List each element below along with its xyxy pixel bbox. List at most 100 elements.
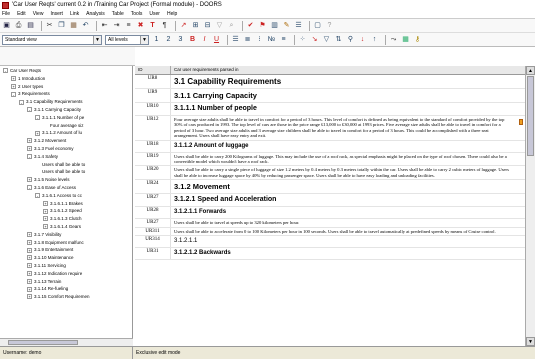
table-row[interactable]: UR28 3.1.2.1.1 Forwards: [135, 207, 525, 220]
menu-item-insert[interactable]: Insert: [50, 11, 63, 17]
align-icon[interactable]: ≡: [279, 35, 288, 44]
explorer-horizontal-scrollbar[interactable]: [0, 338, 133, 346]
format-icon[interactable]: ¶: [160, 21, 169, 30]
table-row[interactable]: UR27 Users shall be able to travel at spe…: [135, 219, 525, 228]
expand-icon[interactable]: +: [11, 83, 16, 89]
tree-item[interactable]: Users shall be able to: [0, 168, 132, 176]
row-text[interactable]: Users shall be able to travel at speeds …: [171, 219, 525, 226]
table-row[interactable]: UR27 3.1.2.1 Speed and Acceleration: [135, 194, 525, 208]
scroll-thumb[interactable]: [8, 340, 78, 345]
bold-icon[interactable]: B: [188, 35, 197, 44]
row-text[interactable]: 3.1.2.1 Speed and Acceleration: [171, 194, 525, 206]
collapse-icon[interactable]: -: [11, 91, 16, 97]
menu-item-tools[interactable]: Tools: [131, 11, 143, 17]
expand-icon[interactable]: +: [43, 208, 48, 214]
table-row[interactable]: UR311 Users shall be able to accelerate f…: [135, 227, 525, 237]
tree-item[interactable]: +3.1.2 Movement: [0, 137, 132, 145]
chevron-down-icon[interactable]: ▼: [93, 35, 101, 44]
tree-item[interactable]: +3.1.5 Noise levels: [0, 176, 132, 184]
users-icon[interactable]: ☰: [294, 21, 303, 30]
table-row[interactable]: UR24 3.1.2 Movement: [135, 180, 525, 195]
level2-icon[interactable]: 2: [164, 35, 173, 44]
table-row[interactable]: UR8 3.1 Capability Requirements: [135, 75, 525, 89]
tree-item[interactable]: +1 Introduction: [0, 75, 132, 83]
explorer-tree[interactable]: - Car User Reqts +1 Introduction +2 User ty…: [0, 66, 133, 338]
scroll-thumb[interactable]: [527, 76, 534, 156]
font-icon[interactable]: T: [148, 21, 157, 30]
check-icon[interactable]: ✔: [246, 21, 255, 30]
tree-item[interactable]: +3.1.3 Fuel economy: [0, 145, 132, 153]
collapse-icon[interactable]: -: [27, 185, 32, 191]
table-icon[interactable]: ⊞: [191, 21, 200, 30]
properties-icon[interactable]: ▤: [26, 21, 35, 30]
tree-item[interactable]: +3.1.11 Servicing: [0, 262, 132, 270]
layout-icon[interactable]: ▦: [401, 35, 410, 44]
expand-icon[interactable]: +: [27, 232, 32, 238]
tree-item[interactable]: +3.1.6.1.2 Speed: [0, 207, 132, 215]
expand-icon[interactable]: +: [27, 138, 32, 144]
underline-icon[interactable]: U: [212, 35, 221, 44]
level1-icon[interactable]: 1: [152, 35, 161, 44]
expand-icon[interactable]: +: [27, 286, 32, 292]
row-text[interactable]: 3.1.2.1.1: [171, 236, 525, 247]
tree-item[interactable]: +2 User types: [0, 83, 132, 91]
tree-item[interactable]: +3.1.10 Maintenance: [0, 254, 132, 262]
tree-item[interactable]: +3.1.6.1.3 Clutch: [0, 215, 132, 223]
row-text[interactable]: 3.1 Capability Requirements: [171, 75, 525, 88]
search-icon[interactable]: ⌕: [227, 21, 236, 30]
bullets-icon[interactable]: ⁝: [255, 35, 264, 44]
tree-item[interactable]: +3.1.8 Equipment malfunc: [0, 239, 132, 247]
menu-item-file[interactable]: File: [2, 11, 10, 17]
tree-item[interactable]: +3.1.7 Visibility: [0, 231, 132, 239]
expand-icon[interactable]: +: [27, 294, 32, 300]
tree-item[interactable]: - Car User Reqts: [0, 67, 132, 75]
paste-icon[interactable]: ▦: [69, 21, 78, 30]
menu-item-edit[interactable]: Edit: [17, 11, 26, 17]
chart-icon[interactable]: ▥: [270, 21, 279, 30]
row-text[interactable]: Users shall be able to carry a single pi…: [171, 166, 525, 179]
expand-icon[interactable]: +: [27, 263, 32, 269]
collapse-icon[interactable]: -: [27, 154, 32, 160]
expand-icon[interactable]: +: [27, 247, 32, 253]
expand-icon[interactable]: +: [43, 224, 48, 230]
tree-item[interactable]: +3.1.13 Terrain: [0, 278, 132, 286]
help-icon[interactable]: ?: [325, 21, 334, 30]
table-row[interactable]: UR20 Users shall be able to carry a singl…: [135, 166, 525, 181]
row-text[interactable]: Users shall be able to carry 200 Kilogra…: [171, 153, 525, 166]
expand-icon[interactable]: +: [27, 146, 32, 152]
graphics-icon[interactable]: ⁘: [298, 35, 307, 44]
filter-icon[interactable]: ▽: [215, 21, 224, 30]
change-bar-icon[interactable]: [519, 119, 523, 125]
pencil-icon[interactable]: ✎: [282, 21, 291, 30]
table-row[interactable]: UR18 3.1.1.2 Amount of luggage: [135, 140, 525, 153]
tree-item[interactable]: Users shall be able to: [0, 161, 132, 169]
row-text[interactable]: 3.1.1.1 Number of people: [171, 103, 525, 115]
expand-icon[interactable]: +: [43, 216, 48, 222]
expand-icon[interactable]: +: [43, 200, 48, 206]
table-row[interactable]: UR31 3.1.2.1.2 Backwards: [135, 248, 525, 261]
table-row[interactable]: UR314 3.1.2.1.1: [135, 236, 525, 249]
row-text[interactable]: Users shall be able to accelerate from 0…: [171, 228, 525, 235]
window-icon[interactable]: ▢: [313, 21, 322, 30]
menu-item-view[interactable]: View: [33, 11, 44, 17]
expand-icon[interactable]: +: [27, 239, 32, 245]
flag-icon[interactable]: ⚑: [258, 21, 267, 30]
arrow-down-icon[interactable]: ↓: [358, 35, 367, 44]
level3-icon[interactable]: 3: [176, 35, 185, 44]
menu-item-user[interactable]: User: [149, 11, 160, 17]
expand-icon[interactable]: +: [11, 76, 16, 82]
tree-item[interactable]: -3.1.6.1 Access to cc: [0, 192, 132, 200]
column-header-text[interactable]: Car user requirements parsed in: [171, 66, 525, 74]
arrow-up-icon[interactable]: ↑: [370, 35, 379, 44]
filter-icon[interactable]: ▽: [322, 35, 331, 44]
link-icon[interactable]: ↗: [179, 21, 188, 30]
find-icon[interactable]: ⚲: [346, 35, 355, 44]
tree-item[interactable]: -3.1 Capability Requirements: [0, 98, 132, 106]
list-icon[interactable]: ≣: [243, 35, 252, 44]
menu-item-table[interactable]: Table: [112, 11, 124, 17]
column-icon[interactable]: ⊟: [203, 21, 212, 30]
save-icon[interactable]: ▣: [2, 21, 11, 30]
tree-item[interactable]: +3.1.9 Entertainment: [0, 246, 132, 254]
outline-icon[interactable]: ☰: [231, 35, 240, 44]
view-selector[interactable]: Standard view ▼: [2, 34, 102, 45]
